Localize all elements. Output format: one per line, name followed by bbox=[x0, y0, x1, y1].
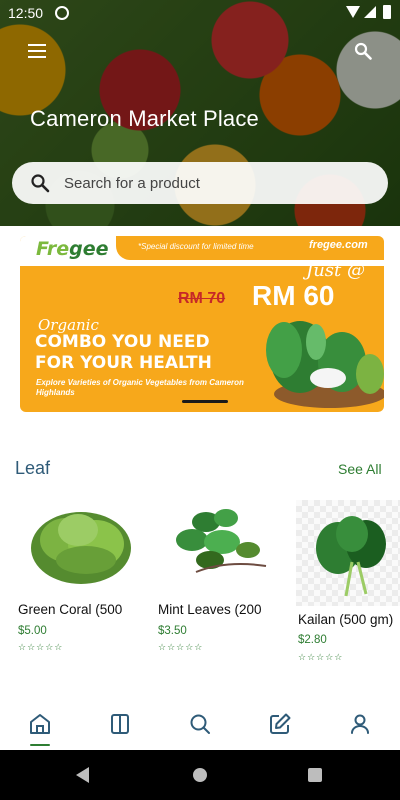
search-icon[interactable] bbox=[188, 712, 212, 736]
active-tab-indicator bbox=[30, 744, 50, 746]
carousel-indicator bbox=[182, 400, 228, 403]
product-price: $3.50 bbox=[158, 625, 187, 637]
recent-apps-icon[interactable] bbox=[308, 768, 322, 782]
product-rating: ☆☆☆☆☆ bbox=[18, 643, 64, 653]
see-all-link[interactable]: See All bbox=[338, 461, 382, 477]
old-price: RM 70 bbox=[178, 290, 226, 307]
status-time: 12:50 bbox=[8, 5, 44, 21]
product-image-lettuce bbox=[16, 500, 146, 586]
special-discount-text: *Special discount for limited time bbox=[138, 242, 254, 251]
home-icon[interactable] bbox=[28, 712, 52, 736]
product-card[interactable]: Mint Leaves (200 $3.50 ☆☆☆☆☆ bbox=[156, 500, 286, 670]
home-circle-icon[interactable] bbox=[193, 768, 207, 782]
search-input[interactable] bbox=[64, 162, 364, 204]
vegetable-basket-image bbox=[250, 302, 384, 412]
banner-headline-line2: FOR YOUR HEALTH bbox=[35, 353, 212, 373]
search-bar[interactable] bbox=[12, 162, 388, 204]
product-price: $5.00 bbox=[18, 625, 47, 637]
hero-header: 12:50 Cameron Market Place bbox=[0, 0, 400, 226]
bottom-navigation bbox=[0, 700, 400, 750]
book-icon[interactable] bbox=[108, 712, 132, 736]
battery-icon bbox=[383, 5, 391, 19]
product-name: Kailan (500 gm) bbox=[298, 612, 394, 627]
product-rating: ☆☆☆☆☆ bbox=[158, 643, 204, 653]
product-price: $2.80 bbox=[298, 634, 327, 646]
product-name: Green Coral (500 bbox=[18, 602, 123, 617]
wifi-icon bbox=[346, 6, 360, 18]
menu-icon[interactable] bbox=[28, 44, 46, 58]
profile-icon[interactable] bbox=[348, 712, 372, 736]
edit-icon[interactable] bbox=[268, 712, 292, 736]
product-image-mint bbox=[156, 500, 286, 586]
search-icon[interactable] bbox=[354, 42, 372, 60]
just-at-text: Just @ bbox=[306, 260, 366, 281]
website-text: fregee.com bbox=[309, 239, 368, 251]
product-card[interactable]: Kailan (500 gm) $2.80 ☆☆☆☆☆ bbox=[296, 500, 400, 670]
app-screen: 12:50 Cameron Market Place Fregee *Speci… bbox=[0, 0, 400, 800]
signal-icon bbox=[364, 6, 376, 18]
search-bar-icon bbox=[30, 173, 50, 193]
banner-headline-line1: COMBO YOU NEED bbox=[35, 332, 210, 352]
product-name: Mint Leaves (200 bbox=[158, 602, 262, 617]
status-bar: 12:50 bbox=[0, 0, 400, 26]
brand-logo: Fregee bbox=[36, 238, 109, 260]
banner-subtext: Explore Varieties of Organic Vegetables … bbox=[36, 378, 244, 397]
product-card[interactable]: Green Coral (500 $5.00 ☆☆☆☆☆ bbox=[16, 500, 146, 670]
product-rating: ☆☆☆☆☆ bbox=[298, 653, 344, 663]
app-title: Cameron Market Place bbox=[30, 106, 259, 131]
notification-app-icon bbox=[55, 6, 69, 20]
system-navigation-bar bbox=[0, 750, 400, 800]
product-image-kailan bbox=[296, 500, 400, 606]
section-title: Leaf bbox=[15, 458, 51, 478]
promo-banner[interactable]: Fregee *Special discount for limited tim… bbox=[20, 236, 384, 412]
back-icon[interactable] bbox=[76, 767, 89, 783]
